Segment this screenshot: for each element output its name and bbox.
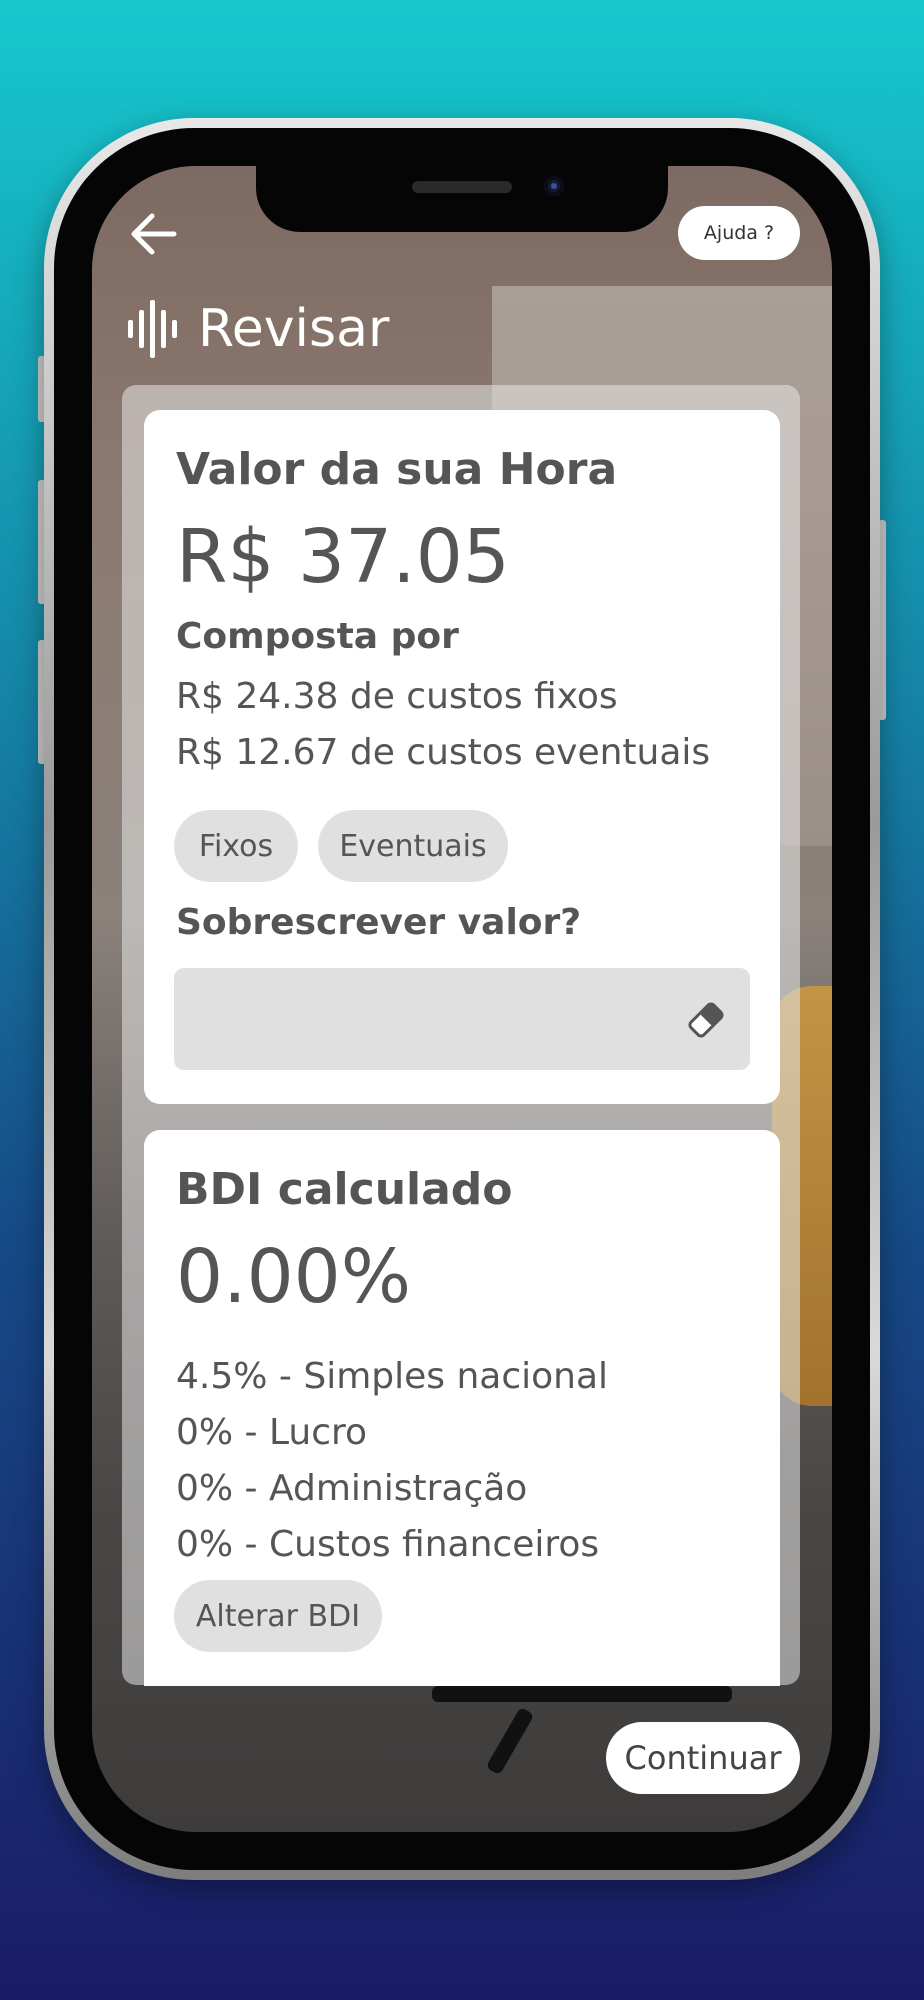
bdi-card: BDI calculado 0.00% 4.5% - Simples nacio…: [144, 1130, 780, 1686]
bdi-value: 0.00%: [176, 1234, 412, 1320]
page-title-text: Revisar: [198, 299, 390, 359]
eventual-costs-text: R$ 12.67 de custos eventuais: [176, 732, 711, 773]
help-button[interactable]: Ajuda ?: [678, 206, 800, 260]
composed-by-label: Composta por: [176, 616, 459, 657]
bdi-line-lucro: 0% - Lucro: [176, 1412, 368, 1453]
bdi-line-simples: 4.5% - Simples nacional: [176, 1356, 609, 1397]
eventual-costs-chip[interactable]: Eventuais: [318, 810, 508, 882]
override-value-input[interactable]: [174, 968, 676, 1072]
phone-camera: [544, 176, 564, 196]
bdi-line-administracao: 0% - Administração: [176, 1468, 528, 1509]
hour-value-heading: Valor da sua Hora: [176, 444, 618, 495]
bdi-heading: BDI calculado: [176, 1164, 513, 1215]
override-value-field[interactable]: [174, 968, 750, 1072]
page-title: Revisar: [126, 294, 389, 364]
override-value-label: Sobrescrever valor?: [176, 902, 582, 943]
eraser-icon[interactable]: [684, 998, 728, 1042]
back-button[interactable]: [124, 206, 184, 262]
phone-notch: [256, 166, 668, 232]
bdi-line-custos-financeiros: 0% - Custos financeiros: [176, 1524, 600, 1565]
hour-value-amount: R$ 37.05: [176, 514, 510, 600]
change-bdi-button[interactable]: Alterar BDI: [174, 1580, 382, 1652]
fixed-costs-text: R$ 24.38 de custos fixos: [176, 676, 618, 717]
waveform-icon: [128, 300, 177, 358]
hour-value-card: Valor da sua Hora R$ 37.05 Composta por …: [144, 410, 780, 1104]
fixed-costs-chip[interactable]: Fixos: [174, 810, 298, 882]
phone-speaker: [412, 181, 512, 193]
arrow-left-icon: [131, 213, 177, 255]
continue-button[interactable]: Continuar: [606, 1722, 800, 1794]
